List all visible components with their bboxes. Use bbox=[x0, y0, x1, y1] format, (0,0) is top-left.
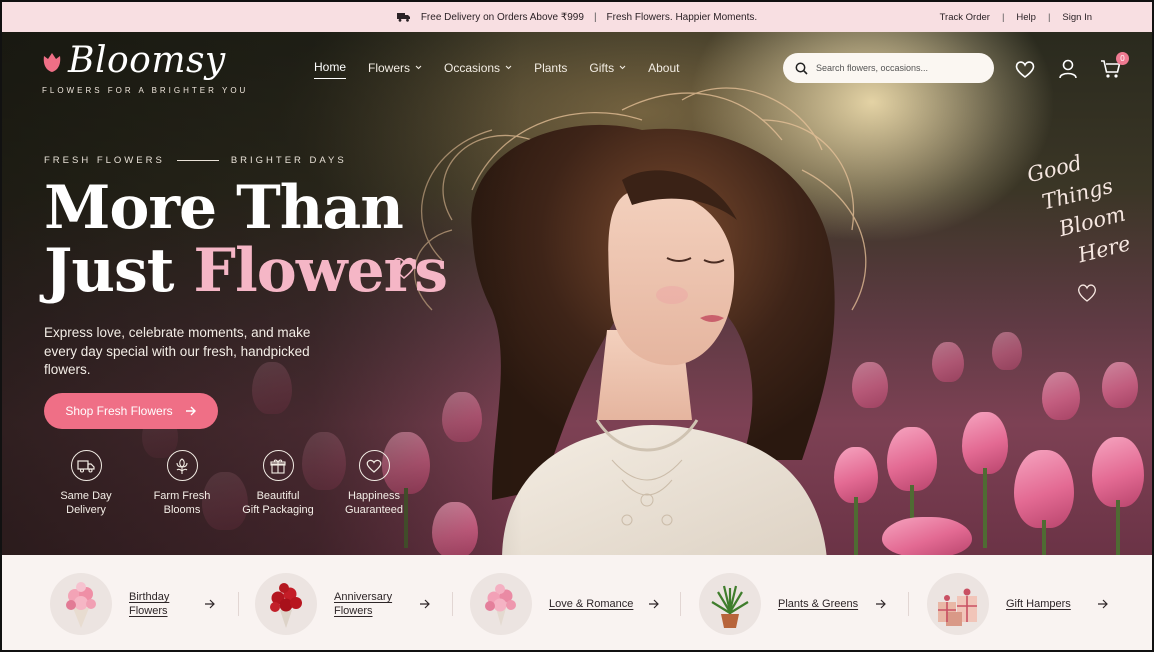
feature-label: Happiness Guaranteed bbox=[344, 490, 404, 516]
category-birthday-flowers[interactable]: Birthday Flowers bbox=[50, 572, 215, 636]
arrow-right-icon bbox=[185, 406, 196, 416]
pink-rose-bouquet-image bbox=[470, 573, 532, 635]
heart-icon bbox=[358, 450, 390, 481]
nav-item-plants[interactable]: Plants bbox=[534, 60, 567, 79]
category-gift-hampers[interactable]: Gift Hampers bbox=[927, 572, 1108, 636]
nav-item-about[interactable]: About bbox=[648, 60, 679, 79]
pink-bouquet-image bbox=[50, 573, 112, 635]
tulip-image bbox=[1102, 362, 1138, 408]
tulip-image bbox=[992, 332, 1022, 370]
utility-separator: | bbox=[1001, 11, 1005, 23]
category-divider bbox=[452, 592, 453, 616]
truck-icon bbox=[396, 12, 411, 22]
heart-doodle-icon bbox=[392, 257, 416, 279]
arrow-right-icon bbox=[876, 599, 886, 609]
announcement-delivery: Free Delivery on Orders Above ₹999 bbox=[420, 11, 584, 23]
tulip-image bbox=[1014, 450, 1074, 555]
utility-links: Track Order | Help | Sign In bbox=[940, 2, 1092, 32]
nav-item-home[interactable]: Home bbox=[314, 60, 347, 79]
tulip-image bbox=[962, 412, 1008, 548]
eyebrow-left: FRESH FLOWERS bbox=[44, 155, 165, 166]
cart-count-badge: 0 bbox=[1116, 52, 1129, 65]
truck-icon bbox=[70, 450, 102, 481]
headline-line2-start: Just bbox=[44, 236, 194, 306]
cta-label: Shop Fresh Flowers bbox=[65, 404, 173, 418]
track-order-link[interactable]: Track Order bbox=[940, 12, 990, 23]
feature-list: Same Day Delivery Farm Fresh Blooms Beau… bbox=[38, 450, 422, 517]
nav-label: Occasions bbox=[444, 60, 501, 75]
sign-in-link[interactable]: Sign In bbox=[1062, 12, 1092, 23]
hero-subcopy: Express love, celebrate moments, and mak… bbox=[44, 325, 311, 377]
feature-item: Farm Fresh Blooms bbox=[134, 450, 230, 517]
category-love-romance[interactable]: Love & Romance bbox=[470, 572, 659, 636]
brand-tagline: FLOWERS FOR A BRIGHTER YOU bbox=[42, 86, 249, 95]
nav-item-occasions[interactable]: Occasions bbox=[444, 60, 512, 79]
feature-label: Beautiful Gift Packaging bbox=[242, 490, 314, 516]
search-icon bbox=[795, 62, 808, 75]
gift-icon bbox=[262, 450, 294, 481]
tulip-image bbox=[932, 342, 964, 382]
gift-hamper-image bbox=[927, 573, 989, 635]
script-quote: Good Things Bloom Here bbox=[1020, 140, 1136, 278]
page-frame: Free Delivery on Orders Above ₹999 | Fre… bbox=[0, 0, 1154, 652]
category-divider bbox=[238, 592, 239, 616]
chevron-down-icon bbox=[619, 65, 626, 70]
search-input[interactable] bbox=[816, 63, 976, 73]
arrow-right-icon bbox=[420, 599, 430, 609]
heart-icon[interactable] bbox=[1014, 58, 1036, 80]
category-divider bbox=[680, 592, 681, 616]
feature-label: Farm Fresh Blooms bbox=[153, 490, 211, 516]
script-heart-icon bbox=[1078, 284, 1096, 302]
eyebrow-divider bbox=[176, 160, 219, 161]
hero-eyebrow: FRESH FLOWERS BRIGHTER DAYS bbox=[44, 155, 347, 166]
feature-item: Beautiful Gift Packaging bbox=[230, 450, 326, 517]
announcement-separator: | bbox=[593, 11, 597, 23]
chevron-down-icon bbox=[505, 65, 512, 70]
category-label: Anniversary Flowers bbox=[334, 591, 393, 617]
category-label: Plants & Greens bbox=[778, 598, 859, 610]
main-nav: Home Flowers Occasions Plants Gifts Abou… bbox=[314, 60, 679, 79]
category-anniversary-flowers[interactable]: Anniversary Flowers bbox=[255, 572, 430, 636]
feature-item: Happiness Guaranteed bbox=[326, 450, 422, 517]
arrow-right-icon bbox=[649, 599, 659, 609]
category-divider bbox=[908, 592, 909, 616]
feature-label: Same Day Delivery bbox=[60, 490, 112, 516]
user-icon[interactable] bbox=[1057, 58, 1079, 80]
potted-plant-image bbox=[699, 573, 761, 635]
shop-fresh-flowers-button[interactable]: Shop Fresh Flowers bbox=[44, 393, 218, 429]
tulip-logo-icon bbox=[43, 53, 61, 72]
announcement-tagline: Fresh Flowers. Happier Moments. bbox=[606, 11, 758, 23]
feature-item: Same Day Delivery bbox=[38, 450, 134, 517]
tulip-image bbox=[1092, 437, 1144, 555]
arrow-right-icon bbox=[205, 599, 215, 609]
brand-name: Bloomsy bbox=[68, 40, 226, 81]
help-link[interactable]: Help bbox=[1016, 12, 1036, 23]
flower-icon bbox=[166, 450, 198, 481]
search-bar[interactable] bbox=[783, 53, 994, 83]
chevron-down-icon bbox=[415, 65, 422, 70]
category-strip: Birthday Flowers Anniversary Flowers Lov… bbox=[2, 555, 1152, 650]
nav-label: About bbox=[648, 60, 680, 75]
red-rose-bouquet-image bbox=[255, 573, 317, 635]
nav-label: Gifts bbox=[589, 60, 615, 75]
arrow-right-icon bbox=[1098, 599, 1108, 609]
nav-label: Plants bbox=[534, 60, 568, 75]
headline-line1: More Than bbox=[44, 173, 404, 243]
eyebrow-right: BRIGHTER DAYS bbox=[230, 155, 347, 166]
category-label: Love & Romance bbox=[549, 598, 634, 610]
nav-item-flowers[interactable]: Flowers bbox=[368, 60, 422, 79]
category-label: Birthday Flowers bbox=[129, 591, 170, 617]
tulip-image bbox=[1042, 372, 1080, 420]
nav-item-gifts[interactable]: Gifts bbox=[589, 60, 626, 79]
utility-separator: | bbox=[1047, 11, 1051, 23]
category-label: Gift Hampers bbox=[1006, 598, 1071, 610]
hero-banner: FRESH FLOWERS BRIGHTER DAYS More Than Ju… bbox=[2, 32, 1152, 555]
announcement-bar: Free Delivery on Orders Above ₹999 | Fre… bbox=[2, 2, 1152, 32]
nav-label: Flowers bbox=[368, 60, 411, 75]
hero-headline: More Than Just Flowers bbox=[44, 177, 448, 306]
nav-label: Home bbox=[314, 60, 347, 74]
category-plants-greens[interactable]: Plants & Greens bbox=[699, 572, 886, 636]
